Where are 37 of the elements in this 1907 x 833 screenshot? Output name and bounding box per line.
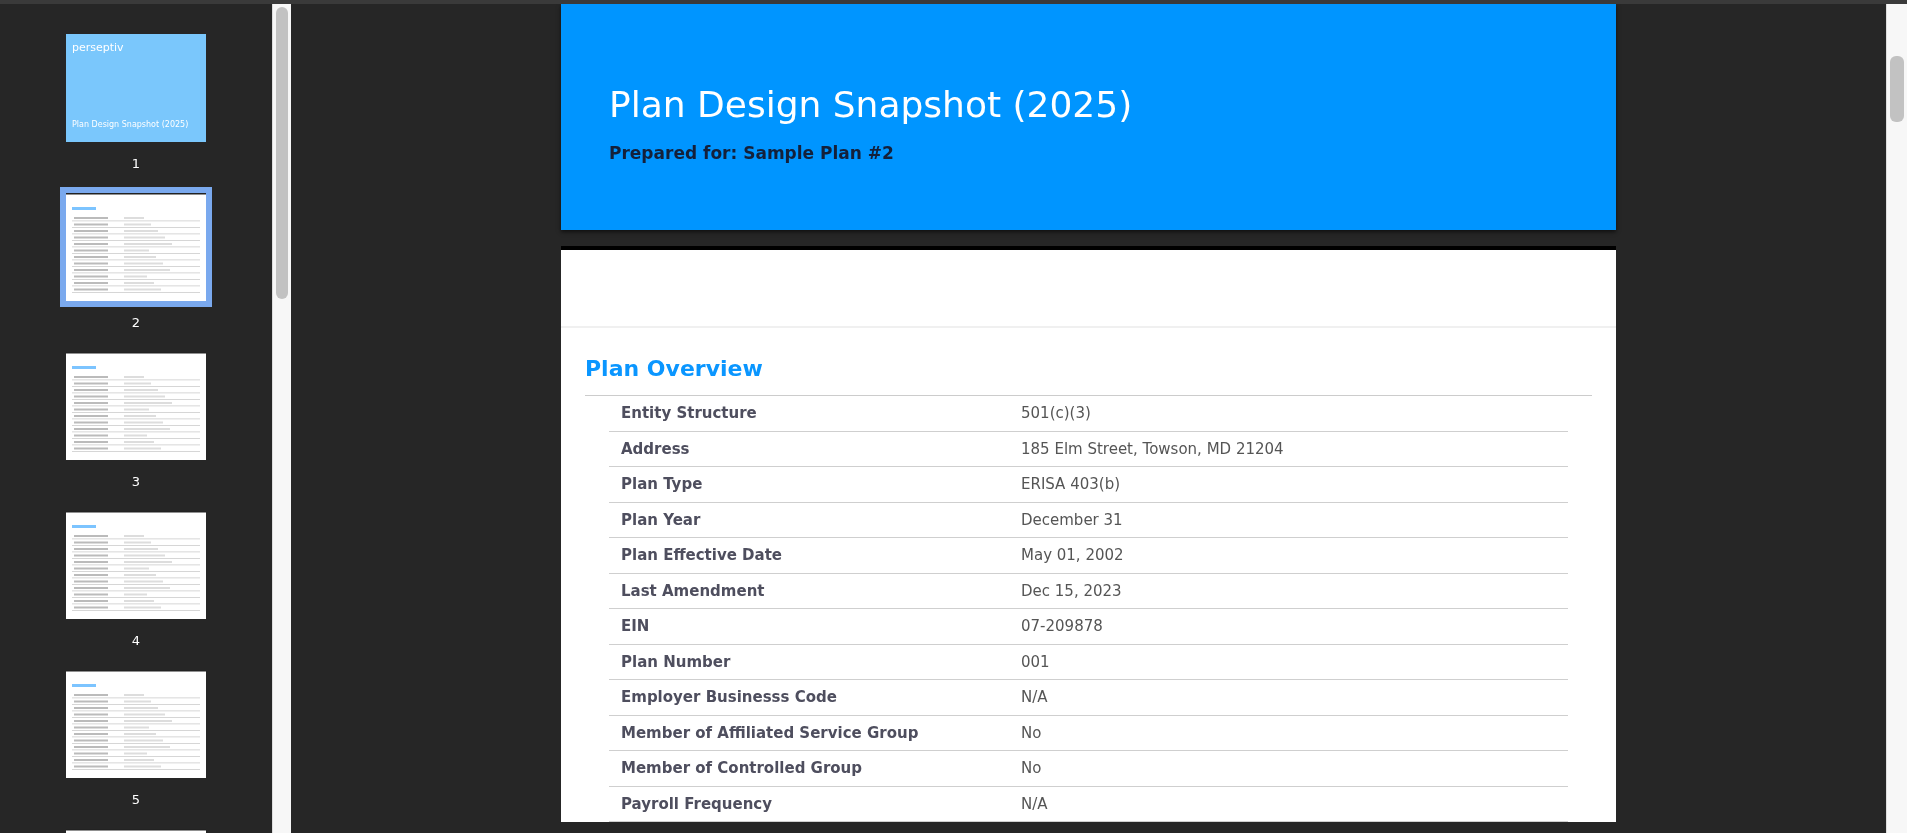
logo: perseptiv	[72, 41, 124, 54]
field-label: EIN	[621, 617, 650, 636]
page-number: 5	[131, 792, 141, 807]
field-label: Employer Businesss Code	[621, 688, 837, 707]
field-value: 07-209878	[1021, 617, 1103, 636]
page-thumbnail[interactable]	[60, 187, 212, 307]
field-label: Payroll Frequency	[621, 794, 773, 813]
scrollbar-thumb[interactable]	[276, 7, 288, 299]
field-value: 501(c)(3)	[1021, 404, 1091, 423]
field-value: 001	[1021, 652, 1050, 671]
field-value: No	[1021, 723, 1042, 742]
field-value: N/A	[1021, 794, 1048, 813]
field-label: Plan Effective Date	[621, 546, 783, 565]
field-value: N/A	[1021, 688, 1048, 707]
cover-subtitle: Prepared for: Sample Plan #2	[609, 143, 894, 163]
field-value: No	[1021, 759, 1042, 778]
field-label: Address	[621, 439, 690, 458]
scrollbar-thumb[interactable]	[1890, 56, 1904, 122]
page-number: 2	[131, 315, 141, 330]
field-label: Plan Type	[621, 475, 703, 494]
page-number: 3	[131, 474, 141, 489]
page-number: 1	[131, 156, 141, 171]
field-value: 185 Elm Street, Towson, MD 21204	[1021, 439, 1284, 458]
field-value: ERISA 403(b)	[1021, 475, 1120, 494]
page-number: 4	[131, 633, 141, 648]
field-label: Member of Controlled Group	[621, 759, 863, 778]
section-title: Plan Overview	[585, 356, 763, 381]
field-value: May 01, 2002	[1021, 546, 1124, 565]
field-value: December 31	[1021, 510, 1123, 529]
field-label: Entity Structure	[621, 404, 757, 423]
field-label: Last Amendment	[621, 581, 765, 600]
thumbnail-title: Plan Design Snapshot (2025)	[72, 120, 189, 129]
field-label: Plan Year	[621, 510, 701, 529]
field-label: Member of Affiliated Service Group	[621, 723, 919, 742]
field-value: Dec 15, 2023	[1021, 581, 1122, 600]
cover-title: Plan Design Snapshot (2025)	[609, 84, 1133, 125]
field-label: Plan Number	[621, 652, 731, 671]
